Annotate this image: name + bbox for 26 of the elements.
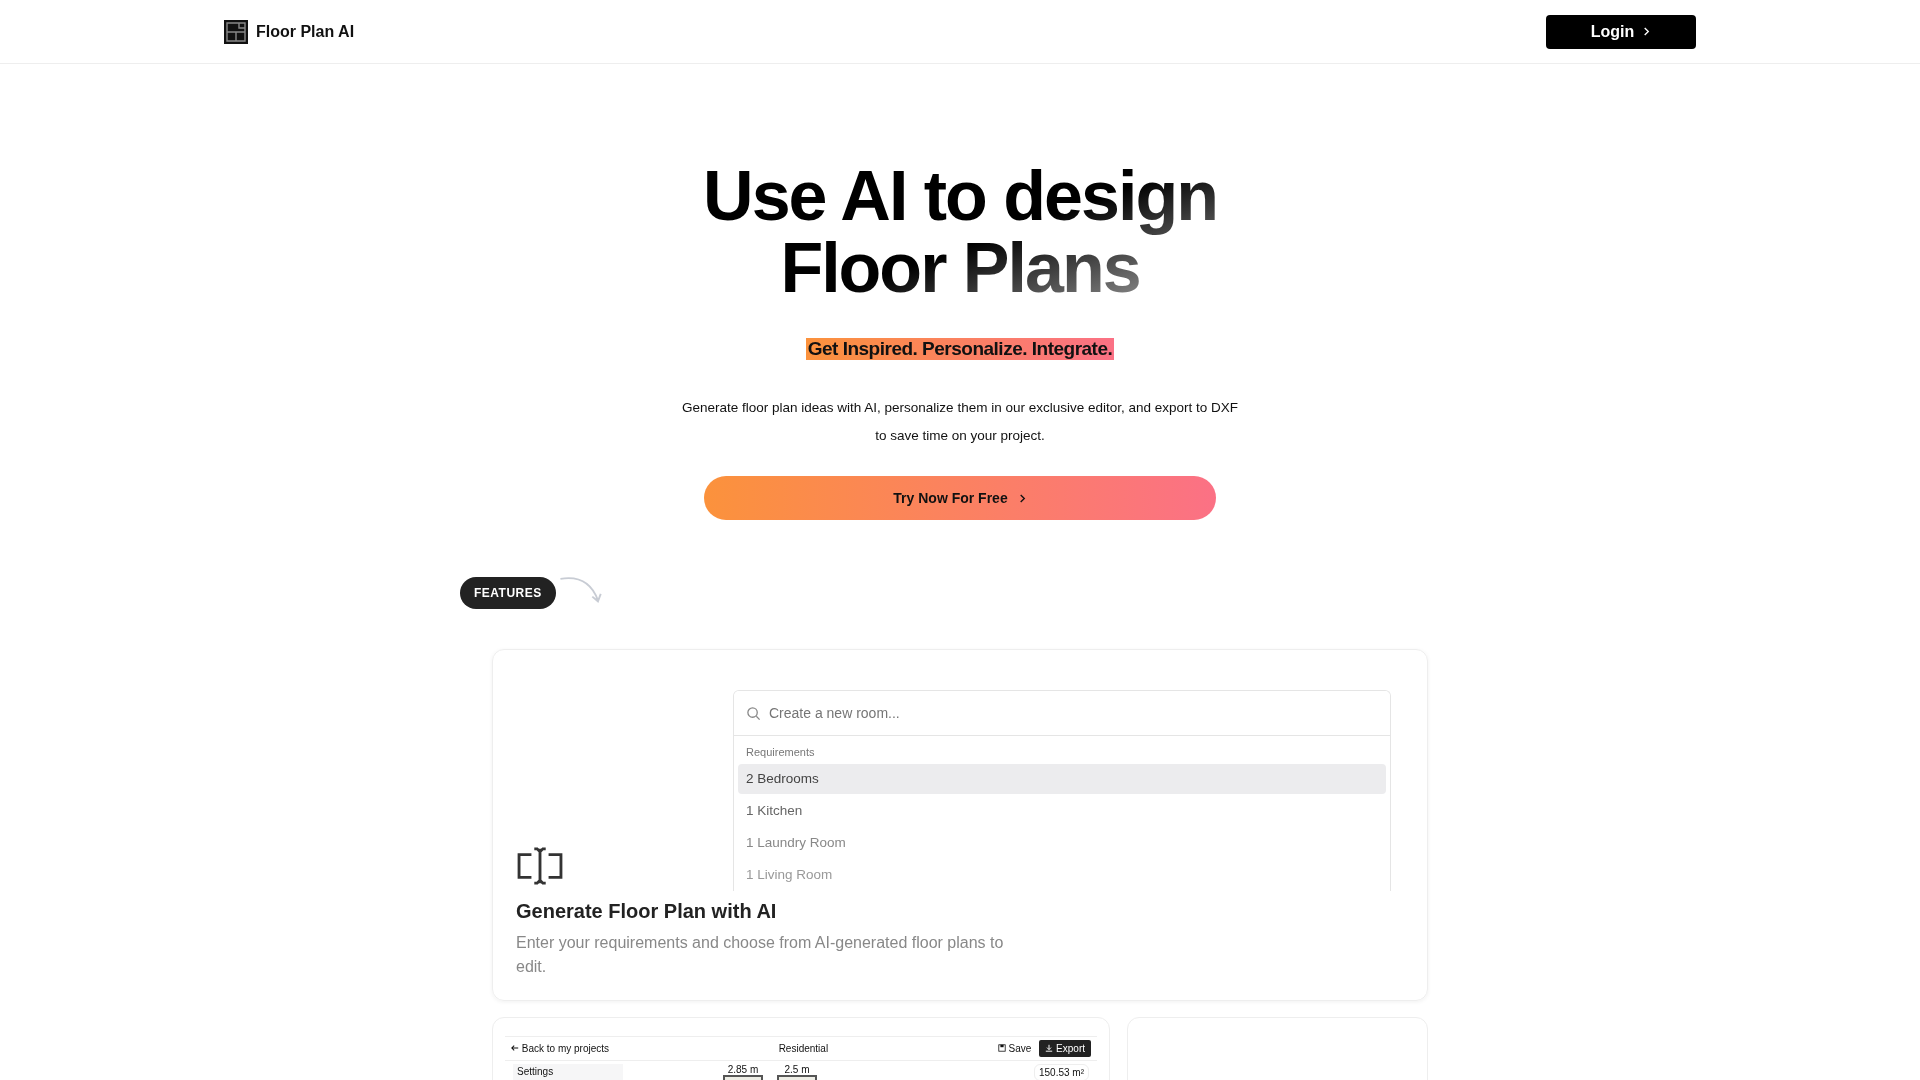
features-badge: FEATURES — [460, 577, 556, 609]
try-now-button[interactable]: Try Now For Free — [704, 476, 1216, 520]
download-icon — [1045, 1044, 1054, 1052]
floor-plan-logo-icon — [224, 19, 248, 44]
left-arrow-icon — [511, 1044, 519, 1052]
project-title: Residential — [778, 1043, 829, 1054]
requirement-item[interactable]: 1 Kitchen — [738, 796, 1386, 826]
brand-name[interactable]: Floor Plan AI — [256, 22, 355, 41]
chevron-right-icon — [1017, 493, 1027, 503]
dimension-label: 2.85 m — [727, 1064, 759, 1075]
settings-label: Settings — [517, 1066, 554, 1077]
tagline: Get Inspired. Personalize. Integrate. — [805, 338, 1115, 360]
export-button[interactable]: Export — [1039, 1040, 1091, 1057]
group-label: Requirements — [745, 745, 816, 760]
back-link[interactable]: Back to my projects — [511, 1043, 610, 1054]
save-button[interactable]: Save — [997, 1043, 1032, 1054]
chevron-right-icon — [1642, 27, 1652, 36]
feature-description: Enter your requirements and choose from AI-generated floor plans to edit. — [516, 933, 1005, 977]
requirement-item[interactable]: 1 Laundry Room — [738, 828, 1386, 858]
hero-description: Generate floor plan ideas with AI, personalize them in our exclusive editor, and export to DXF to save time on your project. — [681, 399, 1239, 445]
login-button[interactable]: Login — [1546, 14, 1696, 49]
requirement-item[interactable]: 2 Bedrooms — [738, 764, 1386, 794]
text-cursor-icon — [516, 846, 564, 886]
search-field[interactable]: Create a new room... — [734, 691, 1390, 736]
dimension-label: 2.5 m — [784, 1064, 810, 1075]
feature-title: Generate Floor Plan with AI — [516, 900, 778, 923]
